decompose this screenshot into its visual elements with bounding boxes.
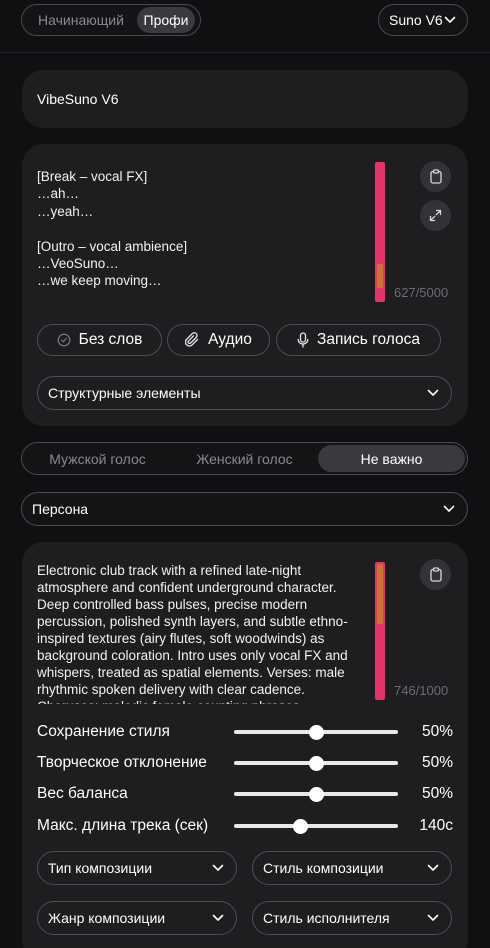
audio-button[interactable]: Аудио <box>167 324 270 356</box>
audio-label: Аудио <box>208 331 252 348</box>
slider-style-retention[interactable] <box>234 724 398 740</box>
microphone-icon <box>297 332 309 348</box>
chevron-down-icon <box>212 914 224 922</box>
model-select-value: Suno V6 <box>389 12 443 28</box>
lyrics-expand-button[interactable] <box>420 200 451 231</box>
composition-genre-value: Жанр композиции <box>48 910 166 926</box>
slider-thumb[interactable] <box>309 724 324 740</box>
structure-elements-select[interactable]: Структурные элементы <box>37 376 452 410</box>
style-card: Electronic club track with a refined lat… <box>22 542 468 948</box>
chevron-down-icon <box>443 505 455 513</box>
lyrics-scroll-thumb[interactable] <box>377 264 383 289</box>
check-circle-icon <box>57 333 71 347</box>
structure-elements-value: Структурные элементы <box>48 385 201 401</box>
header-divider <box>0 52 490 53</box>
mode-pro-option[interactable]: Профи <box>137 7 195 33</box>
slider-value-creative-deviation: 50% <box>421 754 453 771</box>
clipboard-icon <box>429 169 443 184</box>
style-textarea[interactable]: Electronic club track with a refined lat… <box>37 562 367 704</box>
slider-thumb[interactable] <box>292 818 308 834</box>
lyrics-textarea[interactable]: [Break – vocal FX] …ah… …yeah… [Outro – … <box>37 168 367 290</box>
slider-value-max-length: 140с <box>419 817 453 834</box>
no-words-button[interactable]: Без слов <box>37 324 162 356</box>
voice-option-female[interactable]: Женский голос <box>171 445 318 472</box>
lyrics-card: [Break – vocal FX] …ah… …yeah… [Outro – … <box>22 144 468 426</box>
slider-value-balance-weight: 50% <box>421 785 453 802</box>
lyrics-copy-button[interactable] <box>420 161 451 192</box>
slider-thumb[interactable] <box>309 755 324 771</box>
paperclip-icon <box>185 332 200 348</box>
chevron-down-icon <box>212 864 224 872</box>
mode-toggle[interactable]: Начинающий Профи <box>21 4 201 36</box>
persona-select-value: Персона <box>32 501 89 517</box>
slider-label-creative-deviation: Творческое отклонение <box>37 754 207 771</box>
voice-option-any[interactable]: Не важно <box>318 445 465 472</box>
style-scrollbar[interactable] <box>375 562 385 700</box>
record-voice-label: Запись голоса <box>317 331 420 348</box>
mode-beginner-option[interactable]: Начинающий <box>25 7 137 33</box>
slider-max-length[interactable] <box>234 818 398 834</box>
slider-label-balance-weight: Вес баланса <box>37 785 128 802</box>
expand-icon <box>429 209 442 222</box>
lyrics-scrollbar[interactable] <box>375 162 385 302</box>
chevron-down-icon <box>427 914 439 922</box>
slider-label-max-length: Макс. длина трека (сек) <box>37 817 209 834</box>
performer-style-value: Стиль исполнителя <box>263 910 390 926</box>
record-voice-button[interactable]: Запись голоса <box>276 324 441 356</box>
style-copy-button[interactable] <box>420 559 451 590</box>
slider-thumb[interactable] <box>309 786 324 802</box>
slider-value-style-retention: 50% <box>421 723 453 740</box>
lyrics-char-counter: 627/5000 <box>394 285 449 300</box>
composition-style-select[interactable]: Стиль композиции <box>252 851 452 885</box>
voice-toggle[interactable]: Мужской голос Женский голос Не важно <box>21 442 468 475</box>
clipboard-icon <box>429 567 443 582</box>
voice-option-male[interactable]: Мужской голос <box>24 445 171 472</box>
performer-style-select[interactable]: Стиль исполнителя <box>252 901 452 935</box>
composition-type-select[interactable]: Тип композиции <box>37 851 237 885</box>
composition-genre-select[interactable]: Жанр композиции <box>37 901 237 935</box>
title-field[interactable]: VibeSuno V6 <box>22 70 468 128</box>
slider-balance-weight[interactable] <box>234 786 398 802</box>
composition-style-value: Стиль композиции <box>263 860 384 876</box>
composition-type-value: Тип композиции <box>48 860 153 876</box>
style-scroll-thumb[interactable] <box>377 564 383 624</box>
title-field-value: VibeSuno V6 <box>37 91 119 107</box>
chevron-down-icon <box>427 389 439 397</box>
style-char-counter: 746/1000 <box>394 683 449 698</box>
chevron-down-icon <box>444 16 456 24</box>
persona-select[interactable]: Персона <box>21 492 468 526</box>
chevron-down-icon <box>427 864 439 872</box>
model-select[interactable]: Suno V6 <box>378 4 468 36</box>
slider-creative-deviation[interactable] <box>234 755 398 771</box>
slider-label-style-retention: Сохранение стиля <box>37 723 170 740</box>
no-words-label: Без слов <box>78 331 143 348</box>
